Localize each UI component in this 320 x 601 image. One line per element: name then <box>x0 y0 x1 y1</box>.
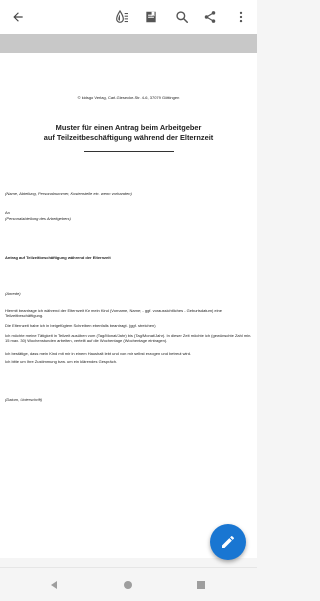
brightness-icon[interactable] <box>112 7 132 27</box>
signature-hint: (Datum, Unterschrift) <box>5 397 43 402</box>
publisher-line: © kidsgo Verlag, Carl-Giesecke-Str. 4-6,… <box>77 95 180 100</box>
pdf-page[interactable]: © kidsgo Verlag, Carl-Giesecke-Str. 4-6,… <box>0 53 257 558</box>
paragraph-5: Ich bitte um Ihre Zustimmung bzw. um ein… <box>5 359 118 364</box>
more-vert-icon[interactable] <box>231 7 251 27</box>
document-title-line2: auf Teilzeitbeschäftigung während der El… <box>43 133 214 142</box>
nav-recents-icon[interactable] <box>194 578 208 592</box>
system-nav-bar <box>0 567 257 601</box>
recipient-label: An <box>5 210 10 215</box>
nav-back-icon[interactable] <box>47 578 61 592</box>
nav-home-icon[interactable] <box>121 578 135 592</box>
bookmark-icon[interactable] <box>141 7 161 27</box>
edit-fab-button[interactable] <box>210 524 246 560</box>
share-icon[interactable] <box>200 7 220 27</box>
document-title-line1: Muster für einen Antrag beim Arbeitgeber <box>55 123 202 132</box>
back-arrow-icon[interactable] <box>8 7 28 27</box>
page-gap <box>0 34 257 53</box>
paragraph-3: Ich möchte meine Tätigkeit in Teilzeit a… <box>5 333 252 343</box>
paragraph-4: Ich bestätige, dass mein Kind mit mir in… <box>5 351 192 356</box>
app-toolbar <box>0 0 257 34</box>
paragraph-2: Die Elternzeit habe ich in beigefügtem S… <box>5 323 156 328</box>
sender-hint: (Name, Abteilung, Personalnummer, Kosten… <box>5 191 132 196</box>
subject-line: Antrag auf Teilzeitbeschäftigung während… <box>5 255 111 260</box>
salutation: (Anrede) <box>5 291 21 296</box>
edit-pencil-icon <box>220 534 236 550</box>
paragraph-1: Hiermit beantrage ich während der Eltern… <box>5 308 222 318</box>
search-icon[interactable] <box>172 7 192 27</box>
recipient-hint: (Personalabteilung des Arbeitgebers) <box>5 216 71 221</box>
title-separator <box>84 151 174 152</box>
